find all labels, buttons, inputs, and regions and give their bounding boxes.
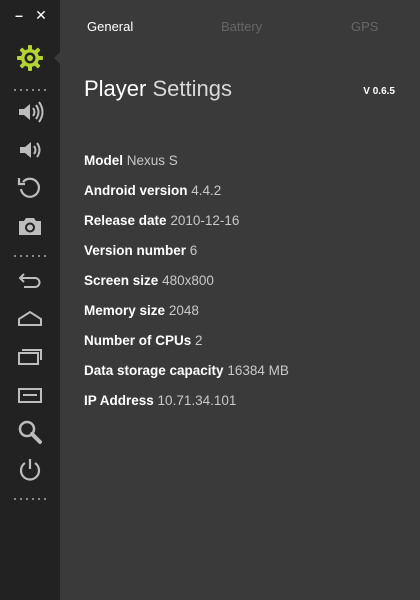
minimize-button[interactable]: – (10, 6, 28, 24)
info-label: Model (84, 153, 123, 168)
volume-down-icon (20, 142, 41, 158)
sidebar: – ✕ (0, 0, 60, 600)
info-label: IP Address (84, 393, 154, 408)
camera-icon (19, 218, 41, 235)
tab-bar: General Battery GPS (60, 0, 420, 52)
power-icon (19, 459, 41, 481)
back-icon (18, 273, 41, 288)
sidebar-item-back[interactable] (14, 264, 46, 296)
sidebar-divider (14, 497, 46, 501)
info-row-release-date: Release date 2010-12-16 (84, 212, 404, 242)
info-row-model: Model Nexus S (84, 152, 404, 182)
device-info-list: Model Nexus S Android version 4.4.2 Rele… (84, 152, 404, 422)
sidebar-divider (14, 254, 46, 258)
info-row-memory-size: Memory size 2048 (84, 302, 404, 332)
info-row-number-of-cpus: Number of CPUs 2 (84, 332, 404, 362)
info-value: 2010-12-16 (170, 213, 240, 228)
sidebar-item-settings[interactable] (14, 42, 46, 74)
close-button[interactable]: ✕ (32, 6, 50, 24)
tab-general[interactable]: General (87, 19, 133, 34)
info-label: Memory size (84, 303, 166, 318)
recent-apps-icon (18, 349, 42, 365)
info-label: Version number (84, 243, 187, 258)
sidebar-item-volume-down[interactable] (14, 134, 46, 166)
version-label: V 0.6.5 (363, 86, 395, 97)
window-controls: – ✕ (10, 6, 54, 24)
info-label: Screen size (84, 273, 159, 288)
active-indicator (54, 52, 60, 64)
sidebar-item-recent-apps[interactable] (14, 340, 46, 372)
tab-battery[interactable]: Battery (221, 19, 262, 34)
search-icon (18, 420, 42, 444)
info-label: Android version (84, 183, 188, 198)
sidebar-item-camera[interactable] (14, 210, 46, 242)
sidebar-item-volume-up[interactable] (14, 96, 46, 128)
info-row-version-number: Version number 6 (84, 242, 404, 272)
info-value: Nexus S (126, 153, 178, 168)
info-value: 10.71.34.101 (157, 393, 237, 408)
menu-icon (18, 388, 42, 403)
info-row-android-version: Android version 4.4.2 (84, 182, 404, 212)
info-value: 16384 MB (227, 363, 289, 378)
info-label: Release date (84, 213, 167, 228)
volume-up-icon (19, 101, 44, 123)
sidebar-divider (14, 88, 46, 92)
sidebar-item-power[interactable] (14, 454, 46, 486)
sidebar-item-rotate[interactable] (14, 172, 46, 204)
sidebar-item-menu[interactable] (14, 378, 46, 410)
gear-icon (17, 45, 43, 71)
info-value: 6 (189, 243, 198, 258)
sidebar-item-home[interactable] (14, 302, 46, 334)
info-row-ip-address: IP Address 10.71.34.101 (84, 392, 404, 422)
rotate-icon (17, 177, 41, 198)
info-value: 480x800 (162, 273, 214, 288)
info-value: 2 (195, 333, 203, 348)
info-value: 2048 (168, 303, 199, 318)
info-row-screen-size: Screen size 480x800 (84, 272, 404, 302)
home-icon (18, 310, 42, 326)
sidebar-item-search[interactable] (14, 416, 46, 448)
page-title-strong: Player (84, 76, 147, 101)
tab-gps[interactable]: GPS (351, 19, 378, 34)
info-label: Number of CPUs (84, 333, 192, 348)
info-row-data-storage: Data storage capacity 16384 MB (84, 362, 404, 392)
page-title-light: Settings (152, 76, 232, 101)
page-title: Player Settings (84, 76, 232, 102)
info-label: Data storage capacity (84, 363, 224, 378)
info-value: 4.4.2 (191, 183, 222, 198)
